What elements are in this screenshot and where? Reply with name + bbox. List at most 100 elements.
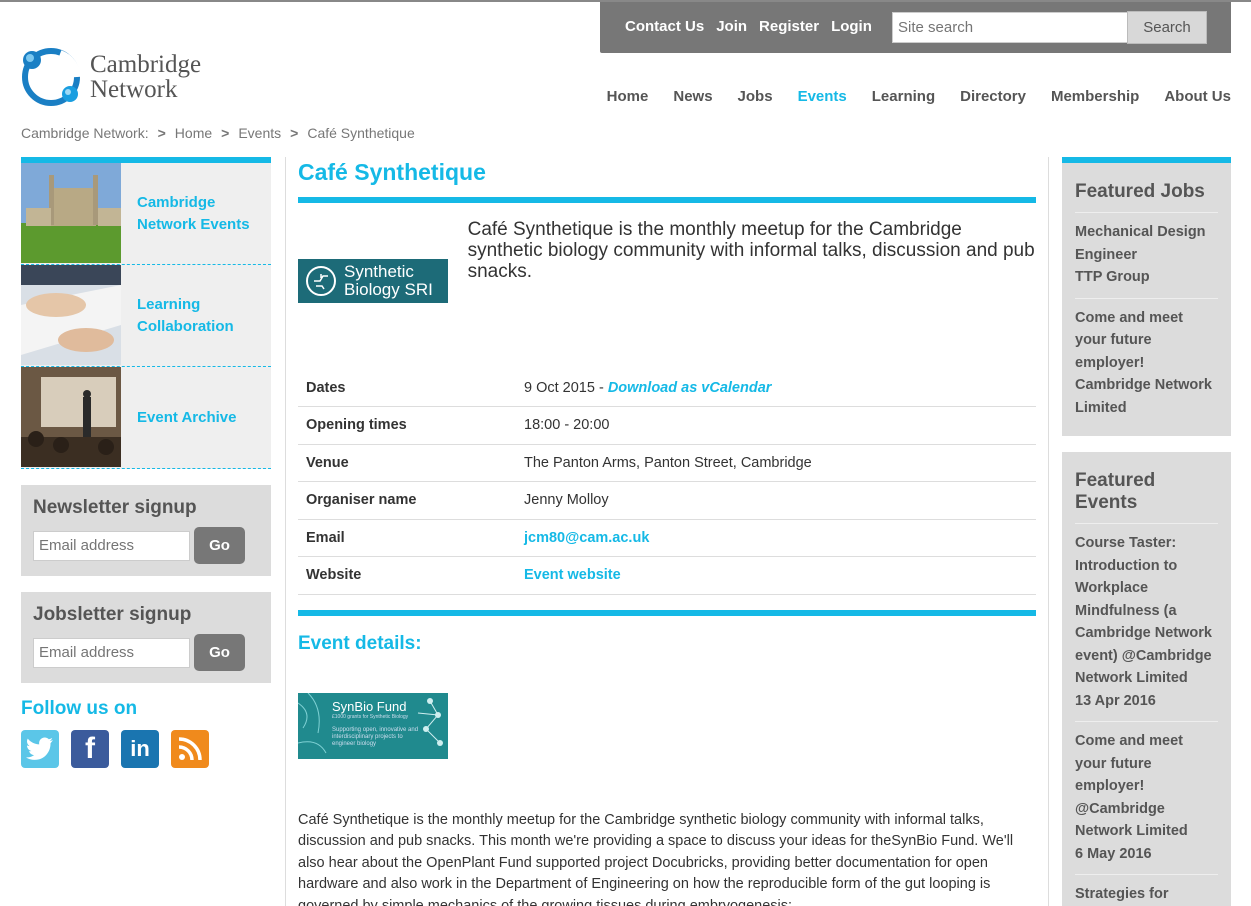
breadcrumb-current: Café Synthetique bbox=[307, 125, 415, 141]
synbio-fund-logo: SynBio Fund £1000 grants for Synthetic B… bbox=[298, 692, 448, 759]
breadcrumb-separator-icon: > bbox=[290, 125, 299, 141]
table-row: Venue The Panton Arms, Panton Street, Ca… bbox=[298, 444, 1036, 482]
title-accent-bar bbox=[298, 197, 1036, 203]
right-sidebar: Featured Jobs Mechanical Design Engineer… bbox=[1062, 157, 1231, 906]
search-button[interactable]: Search bbox=[1127, 11, 1207, 44]
kings-college-thumbnail bbox=[21, 163, 121, 264]
featured-event-text: Course Taster: Introduction to Workplace… bbox=[1075, 535, 1212, 709]
table-row: Email jcm80@cam.ac.uk bbox=[298, 519, 1036, 557]
sidebar-item-event-archive[interactable]: Event Archive bbox=[21, 367, 271, 469]
featured-events-title: Featured Events bbox=[1075, 470, 1218, 524]
featured-job-text: Mechanical Design Engineer TTP Group bbox=[1075, 224, 1206, 285]
fund-logo-subtitle: £1000 grants for Synthetic Biology bbox=[332, 713, 409, 720]
cambridge-network-logo-icon bbox=[22, 48, 81, 106]
jobsletter-go-button[interactable]: Go bbox=[194, 634, 245, 671]
table-row: Dates 9 Oct 2015 - Download as vCalendar bbox=[298, 369, 1036, 407]
sidebar-item-learning-collaboration[interactable]: Learning Collaboration bbox=[21, 265, 271, 367]
rss-icon[interactable] bbox=[171, 730, 209, 768]
fund-logo-tagline: Supporting open, innovative and interdis… bbox=[332, 726, 419, 747]
table-row: Opening times 18:00 - 20:00 bbox=[298, 406, 1036, 445]
venue-label: Venue bbox=[298, 444, 516, 482]
organiser-value: Jenny Molloy bbox=[516, 481, 1036, 520]
sidebar-item-label: Event Archive bbox=[137, 408, 237, 426]
featured-events-panel: Featured Events Course Taster: Introduct… bbox=[1062, 452, 1231, 906]
featured-event-text: Strategies for Winning in China bbox=[1075, 886, 1169, 902]
jobsletter-email-input[interactable] bbox=[33, 637, 190, 668]
list-item[interactable]: Come and meet your future employer! @Cam… bbox=[1075, 722, 1218, 875]
logo-line-2: Network bbox=[90, 76, 178, 103]
join-link[interactable]: Join bbox=[716, 18, 747, 35]
email-label: Email bbox=[298, 519, 516, 557]
synthetic-biology-sri-logo: Synthetic Biology SRI bbox=[298, 259, 448, 303]
nav-news[interactable]: News bbox=[673, 88, 712, 105]
breadcrumb-events[interactable]: Events bbox=[238, 125, 281, 141]
follow-us-section: Follow us on f in bbox=[21, 698, 271, 768]
nav-about-us[interactable]: About Us bbox=[1164, 88, 1231, 105]
register-link[interactable]: Register bbox=[759, 18, 819, 35]
breadcrumb-root[interactable]: Cambridge Network: bbox=[21, 125, 149, 141]
utility-links: Contact Us Join Register Login bbox=[625, 18, 872, 35]
facebook-icon[interactable]: f bbox=[71, 730, 109, 768]
event-website-link[interactable]: Event website bbox=[524, 567, 621, 583]
nav-directory[interactable]: Directory bbox=[960, 88, 1026, 105]
learning-thumbnail bbox=[21, 265, 121, 366]
nav-learning[interactable]: Learning bbox=[872, 88, 935, 105]
breadcrumb-home[interactable]: Home bbox=[175, 125, 212, 141]
sidebar-item-label: Cambridge Network Events bbox=[137, 193, 250, 233]
venue-value: The Panton Arms, Panton Street, Cambridg… bbox=[516, 444, 1036, 482]
logo-label: Synthetic Biology SRI bbox=[344, 262, 433, 299]
contact-us-link[interactable]: Contact Us bbox=[625, 18, 704, 35]
linkedin-icon[interactable]: in bbox=[121, 730, 159, 768]
event-details-table: Dates 9 Oct 2015 - Download as vCalendar… bbox=[298, 369, 1036, 595]
nav-jobs[interactable]: Jobs bbox=[738, 88, 773, 105]
event-content: Café Synthetique Synthetic Biology SRI C… bbox=[285, 157, 1049, 906]
dates-label: Dates bbox=[298, 369, 516, 407]
list-item[interactable]: Course Taster: Introduction to Workplace… bbox=[1075, 524, 1218, 722]
event-intro: Synthetic Biology SRI Café Synthetique i… bbox=[298, 219, 1036, 359]
page-title: Café Synthetique bbox=[298, 159, 486, 185]
social-icons: f in bbox=[21, 730, 271, 768]
event-archive-thumbnail bbox=[21, 367, 121, 468]
newsletter-signup-title: Newsletter signup bbox=[33, 497, 197, 518]
nav-membership[interactable]: Membership bbox=[1051, 88, 1139, 105]
details-accent-bar bbox=[298, 609, 1036, 616]
nav-events[interactable]: Events bbox=[798, 88, 847, 105]
jobsletter-signup-panel: Jobsletter signup Go bbox=[21, 592, 271, 683]
newsletter-signup-panel: Newsletter signup Go bbox=[21, 485, 271, 576]
newsletter-go-button[interactable]: Go bbox=[194, 527, 245, 564]
website-label: Website bbox=[298, 556, 516, 595]
featured-jobs-title: Featured Jobs bbox=[1075, 181, 1218, 213]
breadcrumb-separator-icon: > bbox=[157, 125, 166, 141]
download-vcalendar-link[interactable]: Download as vCalendar bbox=[608, 380, 772, 396]
jobsletter-signup-title: Jobsletter signup bbox=[33, 604, 192, 625]
opening-times-value: 18:00 - 20:00 bbox=[516, 406, 1036, 445]
sidebar-item-cambridge-network-events[interactable]: Cambridge Network Events bbox=[21, 163, 271, 265]
logo-wordmark: Cambridge Network bbox=[90, 52, 201, 102]
site-logo[interactable]: Cambridge Network bbox=[20, 46, 201, 108]
circuit-circle-icon bbox=[306, 266, 336, 296]
event-intro-text: Café Synthetique is the monthly meetup f… bbox=[467, 219, 1035, 282]
site-search-input[interactable] bbox=[892, 12, 1128, 43]
breadcrumb-separator-icon: > bbox=[221, 125, 230, 141]
main-navigation: Home News Jobs Events Learning Directory… bbox=[607, 88, 1231, 105]
featured-jobs-panel: Featured Jobs Mechanical Design Engineer… bbox=[1062, 163, 1231, 436]
dates-value: 9 Oct 2015 - bbox=[524, 379, 608, 396]
event-description: Café Synthetique is the monthly meetup f… bbox=[298, 811, 1014, 906]
login-link[interactable]: Login bbox=[831, 18, 872, 35]
list-item[interactable]: Come and meet your future employer! Camb… bbox=[1075, 299, 1218, 429]
table-row: Website Event website bbox=[298, 556, 1036, 595]
breadcrumb: Cambridge Network: > Home > Events > Caf… bbox=[21, 125, 415, 141]
newsletter-email-input[interactable] bbox=[33, 530, 190, 561]
featured-job-text: Come and meet your future employer! Camb… bbox=[1075, 309, 1212, 416]
opening-times-label: Opening times bbox=[298, 406, 516, 445]
nav-home[interactable]: Home bbox=[607, 88, 649, 105]
email-link[interactable]: jcm80@cam.ac.uk bbox=[524, 530, 649, 546]
sidebar-item-label: Learning Collaboration bbox=[137, 295, 234, 335]
list-item[interactable]: Mechanical Design Engineer TTP Group bbox=[1075, 213, 1218, 299]
logo-line-1: Cambridge bbox=[90, 51, 202, 78]
left-sidebar: Cambridge Network Events Learning Collab… bbox=[21, 157, 271, 768]
list-item[interactable]: Strategies for Winning in China bbox=[1075, 875, 1218, 906]
twitter-icon[interactable] bbox=[21, 730, 59, 768]
top-utility-bar: Contact Us Join Register Login Search bbox=[600, 2, 1231, 53]
organiser-label: Organiser name bbox=[298, 481, 516, 520]
